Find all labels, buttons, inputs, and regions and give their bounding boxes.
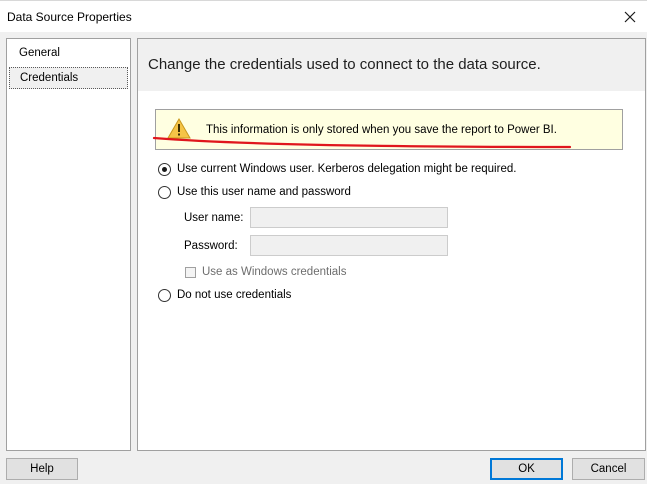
option-username-password[interactable]: Use this user name and password	[158, 184, 351, 200]
password-label: Password:	[184, 240, 238, 252]
option-current-windows-user[interactable]: Use current Windows user. Kerberos deleg…	[158, 161, 516, 177]
checkbox-label: Use as Windows credentials	[202, 266, 347, 278]
nav-item-label: Credentials	[20, 72, 79, 84]
info-banner: This information is only stored when you…	[155, 109, 623, 150]
windows-credentials-option[interactable]: Use as Windows credentials	[185, 265, 346, 279]
windows-credentials-checkbox[interactable]	[185, 266, 196, 278]
title-bar: Data Source Properties	[0, 1, 647, 32]
radio-username-password[interactable]	[158, 185, 171, 199]
data-source-properties-dialog: Data Source Properties General Credentia…	[0, 0, 647, 484]
radio-no-credentials[interactable]	[158, 288, 171, 302]
radio-current-windows-user[interactable]	[158, 162, 171, 176]
page-header: Change the credentials used to connect t…	[138, 39, 645, 91]
password-input[interactable]	[250, 235, 448, 256]
option-label: Do not use credentials	[177, 289, 292, 301]
username-input[interactable]	[250, 207, 448, 228]
username-label: User name:	[184, 212, 244, 224]
option-label: Use current Windows user. Kerberos deleg…	[177, 163, 517, 175]
warning-icon	[167, 118, 191, 139]
nav-item-credentials[interactable]: Credentials	[9, 67, 128, 89]
close-icon	[624, 11, 636, 22]
close-button[interactable]	[613, 1, 647, 32]
option-no-credentials[interactable]: Do not use credentials	[158, 287, 291, 303]
ok-button[interactable]: OK	[490, 458, 563, 480]
cancel-button[interactable]: Cancel	[572, 458, 645, 480]
nav-item-label: General	[19, 47, 60, 59]
window-title: Data Source Properties	[7, 10, 132, 24]
help-button[interactable]: Help	[6, 458, 78, 480]
nav-item-general[interactable]: General	[9, 43, 128, 65]
info-text: This information is only stored when you…	[206, 124, 557, 136]
page-title: Change the credentials used to connect t…	[148, 56, 541, 73]
credentials-page: Change the credentials used to connect t…	[137, 38, 646, 451]
option-label: Use this user name and password	[177, 186, 351, 198]
nav-panel: General Credentials	[6, 38, 131, 451]
